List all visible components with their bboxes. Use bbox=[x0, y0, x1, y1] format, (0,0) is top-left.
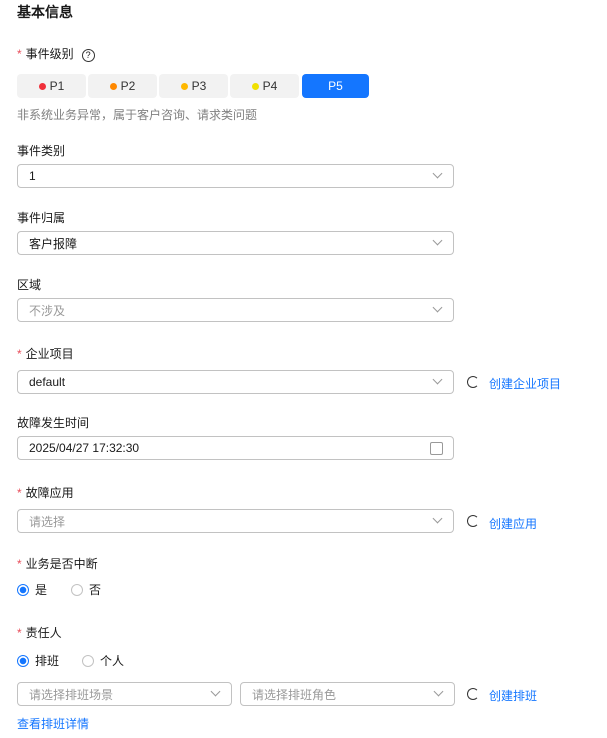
region-label: 区域 bbox=[17, 278, 42, 292]
fault-app-select[interactable]: 请选择 bbox=[17, 509, 454, 533]
schedule-details-link[interactable]: 查看排班详情 bbox=[17, 715, 89, 732]
chevron-down-icon bbox=[432, 168, 443, 179]
refresh-icon[interactable] bbox=[467, 515, 479, 527]
chevron-down-icon bbox=[432, 302, 443, 313]
calendar-icon[interactable] bbox=[430, 442, 443, 455]
create-project-link[interactable]: 创建企业项目 bbox=[489, 375, 561, 392]
owner-label: * 责任人 bbox=[17, 626, 62, 640]
chevron-down-icon bbox=[432, 235, 443, 246]
level-p3[interactable]: P3 bbox=[159, 74, 228, 98]
help-icon[interactable]: ? bbox=[81, 49, 95, 62]
event-type-select[interactable]: 1 bbox=[17, 164, 454, 188]
create-schedule-link[interactable]: 创建排班 bbox=[489, 687, 537, 704]
level-p2[interactable]: P2 bbox=[88, 74, 157, 98]
schedule-scene-select[interactable]: 请选择排班场景 bbox=[17, 682, 232, 706]
create-app-link[interactable]: 创建应用 bbox=[489, 515, 537, 532]
project-select[interactable]: default bbox=[17, 370, 454, 394]
owner-person-radio[interactable]: 个人 bbox=[82, 652, 124, 669]
chevron-down-icon bbox=[432, 374, 443, 385]
interrupt-label: * 业务是否中断 bbox=[17, 557, 98, 571]
level-p1[interactable]: P1 bbox=[17, 74, 86, 98]
event-type-label: 事件类别 bbox=[17, 144, 66, 158]
event-owner-select[interactable]: 客户报障 bbox=[17, 231, 454, 255]
chevron-down-icon bbox=[432, 513, 443, 524]
project-label: * 企业项目 bbox=[17, 347, 74, 361]
level-label: * 事件级别? bbox=[17, 45, 95, 62]
fault-time-input[interactable]: 2025/04/27 17:32:30 bbox=[17, 436, 454, 460]
event-owner-label: 事件归属 bbox=[17, 211, 66, 225]
owner-schedule-radio[interactable]: 排班 bbox=[17, 652, 59, 669]
level-p5[interactable]: P5 bbox=[302, 74, 369, 98]
interrupt-no-radio[interactable]: 否 bbox=[71, 581, 101, 598]
refresh-icon[interactable] bbox=[467, 376, 479, 388]
interrupt-yes-radio[interactable]: 是 bbox=[17, 581, 47, 598]
chevron-down-icon bbox=[210, 686, 221, 697]
level-hint: 非系统业务异常，属于客户咨询、请求类问题 bbox=[17, 108, 258, 122]
region-select[interactable]: 不涉及 bbox=[17, 298, 454, 322]
refresh-icon[interactable] bbox=[467, 688, 479, 700]
fault-time-label: 故障发生时间 bbox=[17, 416, 90, 430]
level-p4[interactable]: P4 bbox=[230, 74, 299, 98]
chevron-down-icon bbox=[433, 686, 444, 697]
section-title: 基本信息 bbox=[17, 4, 73, 20]
schedule-role-select[interactable]: 请选择排班角色 bbox=[240, 682, 455, 706]
fault-app-label: * 故障应用 bbox=[17, 486, 74, 500]
